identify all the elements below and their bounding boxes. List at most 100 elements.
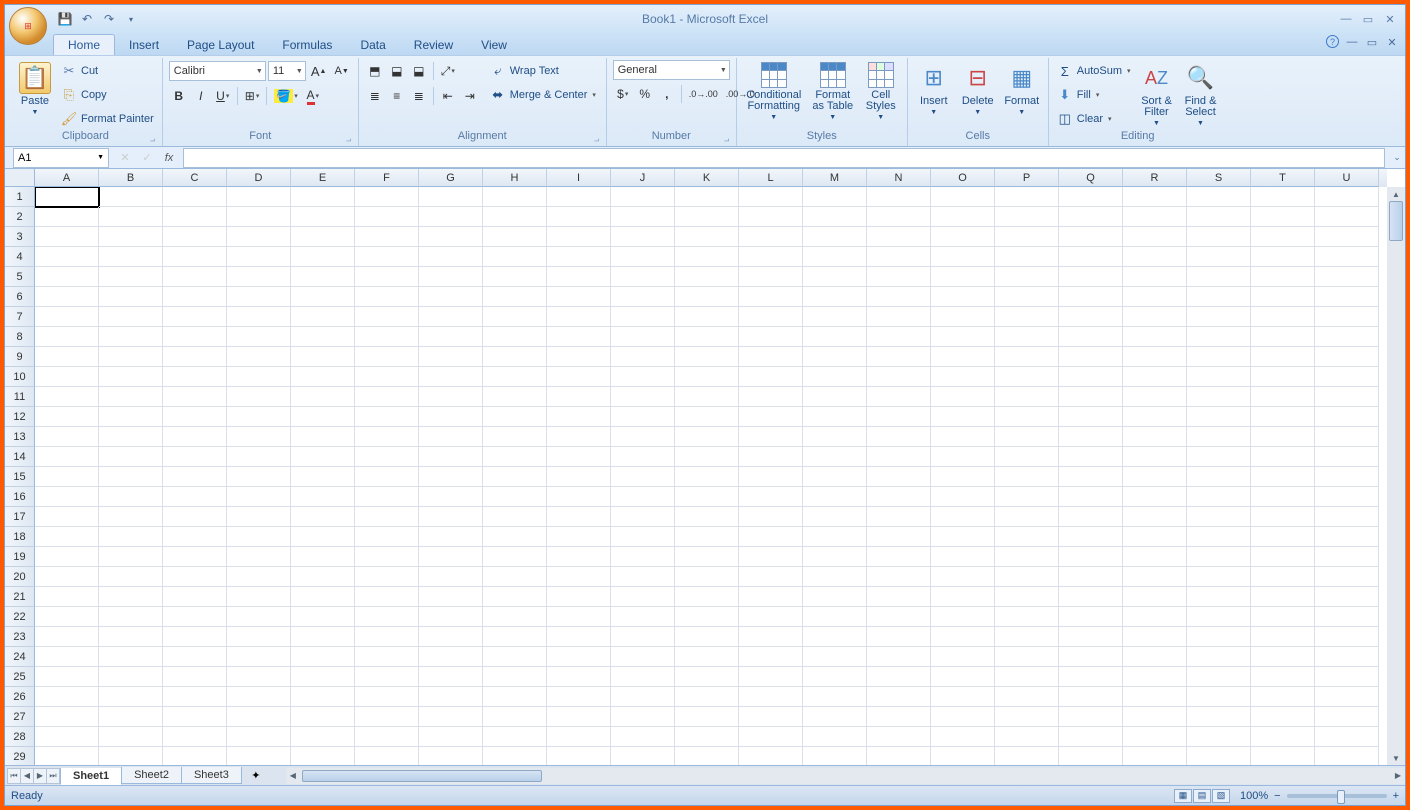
cell[interactable] bbox=[803, 627, 867, 647]
cell[interactable] bbox=[355, 247, 419, 267]
cell[interactable] bbox=[227, 367, 291, 387]
cell[interactable] bbox=[739, 447, 803, 467]
cell[interactable] bbox=[931, 487, 995, 507]
column-header[interactable]: F bbox=[355, 169, 419, 187]
zoom-in-icon[interactable]: + bbox=[1393, 790, 1399, 802]
cell[interactable] bbox=[1187, 627, 1251, 647]
cell[interactable] bbox=[35, 687, 99, 707]
cell[interactable] bbox=[995, 687, 1059, 707]
cell[interactable] bbox=[35, 507, 99, 527]
cell[interactable] bbox=[1251, 227, 1315, 247]
cell[interactable] bbox=[931, 527, 995, 547]
cell[interactable] bbox=[419, 327, 483, 347]
cell[interactable] bbox=[227, 507, 291, 527]
cell[interactable] bbox=[99, 567, 163, 587]
cell[interactable] bbox=[483, 527, 547, 547]
column-header[interactable]: M bbox=[803, 169, 867, 187]
cell[interactable] bbox=[1251, 587, 1315, 607]
cell[interactable] bbox=[675, 247, 739, 267]
row-header[interactable]: 21 bbox=[5, 587, 35, 607]
cell[interactable] bbox=[483, 387, 547, 407]
cell[interactable] bbox=[931, 287, 995, 307]
wrap-text-button[interactable]: ⤶Wrap Text bbox=[488, 60, 598, 82]
tab-home[interactable]: Home bbox=[53, 34, 115, 55]
cell[interactable] bbox=[227, 687, 291, 707]
hscroll-thumb[interactable] bbox=[302, 770, 542, 782]
cell[interactable] bbox=[291, 647, 355, 667]
cell[interactable] bbox=[611, 387, 675, 407]
cell[interactable] bbox=[355, 467, 419, 487]
cell[interactable] bbox=[291, 467, 355, 487]
cell[interactable] bbox=[99, 727, 163, 747]
cell[interactable] bbox=[419, 627, 483, 647]
cell[interactable] bbox=[867, 687, 931, 707]
cell[interactable] bbox=[1123, 567, 1187, 587]
cell[interactable] bbox=[1315, 327, 1379, 347]
cell[interactable] bbox=[1315, 347, 1379, 367]
cell[interactable] bbox=[931, 667, 995, 687]
cell[interactable] bbox=[1059, 307, 1123, 327]
cell[interactable] bbox=[675, 227, 739, 247]
cell[interactable] bbox=[1059, 327, 1123, 347]
cell[interactable] bbox=[867, 387, 931, 407]
cell[interactable] bbox=[675, 187, 739, 207]
cell[interactable] bbox=[99, 247, 163, 267]
cell[interactable] bbox=[483, 647, 547, 667]
cell[interactable] bbox=[1123, 747, 1187, 765]
column-header[interactable]: J bbox=[611, 169, 675, 187]
cell[interactable] bbox=[483, 367, 547, 387]
cell[interactable] bbox=[291, 747, 355, 765]
cell[interactable] bbox=[931, 307, 995, 327]
cell[interactable] bbox=[1251, 347, 1315, 367]
cell[interactable] bbox=[611, 587, 675, 607]
cell[interactable] bbox=[675, 447, 739, 467]
align-top-button[interactable]: ⬒ bbox=[365, 61, 385, 81]
cell[interactable] bbox=[1315, 247, 1379, 267]
cell[interactable] bbox=[419, 607, 483, 627]
cell[interactable] bbox=[995, 667, 1059, 687]
cell[interactable] bbox=[1251, 187, 1315, 207]
cell[interactable] bbox=[547, 747, 611, 765]
cell[interactable] bbox=[611, 427, 675, 447]
cell[interactable] bbox=[291, 407, 355, 427]
cell[interactable] bbox=[995, 507, 1059, 527]
row-header[interactable]: 2 bbox=[5, 207, 35, 227]
next-sheet-icon[interactable]: ▶ bbox=[33, 768, 47, 784]
cell[interactable] bbox=[611, 327, 675, 347]
cell[interactable] bbox=[355, 527, 419, 547]
cell[interactable] bbox=[675, 327, 739, 347]
cell[interactable] bbox=[995, 467, 1059, 487]
font-name-combo[interactable]: Calibri▼ bbox=[169, 61, 266, 81]
cell[interactable] bbox=[99, 347, 163, 367]
cell[interactable] bbox=[291, 687, 355, 707]
tab-insert[interactable]: Insert bbox=[115, 35, 173, 55]
sheet-tab-2[interactable]: Sheet2 bbox=[121, 767, 182, 784]
cell[interactable] bbox=[803, 407, 867, 427]
cell[interactable] bbox=[739, 427, 803, 447]
cell[interactable] bbox=[419, 287, 483, 307]
cell[interactable] bbox=[995, 407, 1059, 427]
cell[interactable] bbox=[675, 467, 739, 487]
cell[interactable] bbox=[867, 287, 931, 307]
row-header[interactable]: 8 bbox=[5, 327, 35, 347]
cell[interactable] bbox=[1315, 687, 1379, 707]
cell[interactable] bbox=[547, 267, 611, 287]
cell[interactable] bbox=[803, 747, 867, 765]
cell[interactable] bbox=[547, 527, 611, 547]
row-header[interactable]: 15 bbox=[5, 467, 35, 487]
cell[interactable] bbox=[483, 727, 547, 747]
cell[interactable] bbox=[995, 607, 1059, 627]
column-header[interactable]: D bbox=[227, 169, 291, 187]
cell[interactable] bbox=[1251, 567, 1315, 587]
cell[interactable] bbox=[547, 607, 611, 627]
cell[interactable] bbox=[163, 707, 227, 727]
column-header[interactable]: L bbox=[739, 169, 803, 187]
cell[interactable] bbox=[867, 627, 931, 647]
cell[interactable] bbox=[1059, 347, 1123, 367]
find-select-button[interactable]: 🔍Find & Select▼ bbox=[1181, 60, 1221, 127]
cell[interactable] bbox=[867, 207, 931, 227]
cell[interactable] bbox=[99, 287, 163, 307]
row-header[interactable]: 29 bbox=[5, 747, 35, 765]
cell[interactable] bbox=[355, 627, 419, 647]
cell[interactable] bbox=[291, 307, 355, 327]
